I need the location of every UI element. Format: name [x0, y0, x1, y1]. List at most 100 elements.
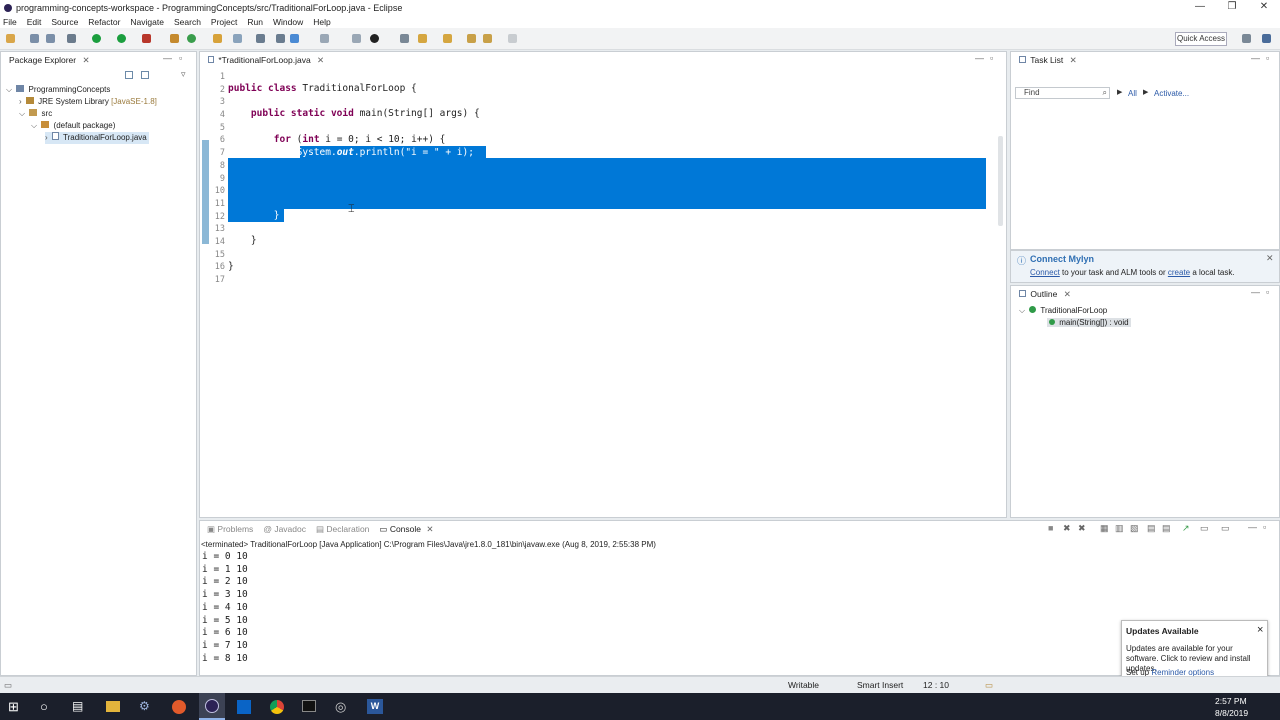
- tab-console[interactable]: ▭ Console ✕: [374, 521, 439, 537]
- remove-all-icon[interactable]: ✖: [1078, 523, 1086, 534]
- search-icon[interactable]: ⌕: [1103, 88, 1107, 98]
- taskbar-date[interactable]: 8/8/2019: [1215, 708, 1248, 718]
- new-console-icon[interactable]: ▭: [1221, 523, 1230, 534]
- search-icon[interactable]: ○: [40, 699, 56, 715]
- toggle-mark-icon[interactable]: [276, 34, 285, 43]
- coverage-icon[interactable]: [117, 34, 126, 43]
- display-console-icon[interactable]: ▭: [1200, 523, 1209, 534]
- tree-item-package[interactable]: ⌵ (default package): [31, 120, 115, 132]
- menu-project[interactable]: Project: [211, 17, 237, 27]
- chevron-right-icon[interactable]: ›: [19, 97, 22, 106]
- minimize-view-icon[interactable]: —: [1248, 522, 1257, 532]
- maximize-view-icon[interactable]: ▫: [1263, 522, 1266, 532]
- tab-editor-file[interactable]: *TraditionalForLoop.java ✕: [202, 52, 331, 68]
- new-java-project-icon[interactable]: [170, 34, 179, 43]
- clear-console-icon[interactable]: ▦: [1100, 523, 1109, 534]
- new-icon[interactable]: [6, 34, 15, 43]
- horizontal-scrollbar[interactable]: [228, 505, 980, 511]
- maximize-view-icon[interactable]: ▫: [1266, 53, 1269, 63]
- console-scrollbar[interactable]: [1270, 551, 1278, 673]
- annotation-icon[interactable]: [370, 34, 379, 43]
- tree-item-file[interactable]: › TraditionalForLoop.java: [45, 132, 149, 144]
- open-perspective-icon[interactable]: [1242, 34, 1251, 43]
- close-icon[interactable]: ✕: [1064, 289, 1071, 299]
- view-menu-icon[interactable]: ▿: [181, 69, 186, 80]
- eclipse-icon[interactable]: [199, 693, 225, 720]
- browser-icon[interactable]: [172, 700, 186, 714]
- taskbar-time[interactable]: 2:57 PM: [1215, 696, 1247, 706]
- chevron-down-icon[interactable]: ⌵: [6, 85, 12, 94]
- play-icon[interactable]: ▶: [1143, 88, 1148, 96]
- create-link[interactable]: create: [1168, 268, 1190, 277]
- menu-search[interactable]: Search: [174, 17, 201, 27]
- toggle-block-icon[interactable]: [320, 34, 329, 43]
- debug-icon[interactable]: [67, 34, 76, 43]
- scrollbar-thumb[interactable]: [998, 136, 1003, 226]
- collapse-all-icon[interactable]: [125, 71, 133, 79]
- tab-outline[interactable]: Outline ✕: [1013, 286, 1077, 302]
- minimize-view-icon[interactable]: —: [1251, 53, 1260, 63]
- app-icon[interactable]: ⚙: [139, 699, 155, 715]
- tab-package-explorer[interactable]: Package Explorer ✕: [3, 52, 96, 68]
- menu-window[interactable]: Window: [273, 17, 303, 27]
- close-icon[interactable]: ✕: [1266, 253, 1274, 264]
- task-view-icon[interactable]: ▤: [72, 699, 88, 715]
- terminate-icon[interactable]: ■: [1048, 523, 1053, 533]
- status-tool-icon[interactable]: ▭: [985, 680, 993, 691]
- tab-task-list[interactable]: Task List ✕: [1013, 52, 1083, 68]
- tree-item-project[interactable]: ⌵ ProgrammingConcepts: [6, 84, 110, 96]
- updates-notification[interactable]: Updates Available × Updates are availabl…: [1121, 620, 1268, 679]
- chevron-right-icon[interactable]: ›: [45, 133, 48, 142]
- word-wrap-icon[interactable]: ▧: [1130, 523, 1139, 534]
- close-icon[interactable]: ✕: [1070, 55, 1077, 65]
- show-whitespace-icon[interactable]: [352, 34, 361, 43]
- menu-edit[interactable]: Edit: [27, 17, 42, 27]
- menu-file[interactable]: File: [3, 17, 17, 27]
- tree-item-jre[interactable]: › JRE System Library [JavaSE-1.8]: [19, 96, 157, 108]
- menu-navigate[interactable]: Navigate: [130, 17, 164, 27]
- close-icon[interactable]: ✕: [82, 55, 89, 65]
- maximize-view-icon[interactable]: ▫: [990, 53, 993, 63]
- file-explorer-icon[interactable]: [106, 701, 120, 712]
- run-icon[interactable]: [92, 34, 101, 43]
- maximize-view-icon[interactable]: ▫: [1266, 287, 1269, 297]
- outlook-icon[interactable]: [237, 700, 251, 714]
- close-icon[interactable]: ✕: [426, 524, 433, 534]
- maximize-view-icon[interactable]: ▫: [179, 53, 182, 63]
- chevron-down-icon[interactable]: ⌵: [19, 109, 25, 118]
- play-icon[interactable]: ▶: [1117, 88, 1122, 96]
- terminal-icon[interactable]: [302, 700, 316, 712]
- menu-refactor[interactable]: Refactor: [88, 17, 120, 27]
- vertical-scrollbar[interactable]: [998, 72, 1005, 502]
- close-icon[interactable]: ✕: [317, 55, 324, 65]
- open-type-icon[interactable]: [213, 34, 222, 43]
- task-find-input[interactable]: Find ⌕: [1015, 87, 1110, 99]
- chevron-down-icon[interactable]: ⌵: [31, 121, 37, 130]
- status-bar-icon[interactable]: ▭: [4, 680, 12, 691]
- save-icon[interactable]: [30, 34, 39, 43]
- windows-start-icon[interactable]: ⊞: [8, 699, 24, 715]
- tab-javadoc[interactable]: @ Javadoc: [258, 521, 311, 537]
- external-tools-icon[interactable]: [142, 34, 151, 43]
- minimize-view-icon[interactable]: —: [163, 53, 172, 63]
- task-filter-all[interactable]: All: [1128, 89, 1137, 98]
- prev-annotation-icon[interactable]: [443, 34, 452, 43]
- pin-icon[interactable]: [400, 34, 409, 43]
- new-class-icon[interactable]: [187, 34, 196, 43]
- open-console-icon[interactable]: ↗: [1182, 523, 1190, 534]
- link-with-editor-icon[interactable]: [141, 71, 149, 79]
- tree-item-src[interactable]: ⌵ src: [19, 108, 52, 120]
- open-task-icon[interactable]: [256, 34, 265, 43]
- minimize-view-icon[interactable]: —: [1251, 287, 1260, 297]
- maximize-button[interactable]: ❐: [1216, 0, 1248, 14]
- pin-console-icon[interactable]: ▤: [1162, 523, 1171, 534]
- menu-source[interactable]: Source: [51, 17, 78, 27]
- chevron-down-icon[interactable]: ⌵: [1019, 306, 1025, 315]
- search-icon[interactable]: [233, 34, 242, 43]
- scroll-lock-icon[interactable]: ▥: [1115, 523, 1124, 534]
- tab-problems[interactable]: ▣ Problems: [202, 521, 258, 537]
- app2-icon[interactable]: ◎: [335, 699, 351, 715]
- menu-help[interactable]: Help: [313, 17, 330, 27]
- outline-class-item[interactable]: ⌵ TraditionalForLoop: [1019, 306, 1107, 316]
- quick-access-field[interactable]: Quick Access: [1175, 32, 1227, 46]
